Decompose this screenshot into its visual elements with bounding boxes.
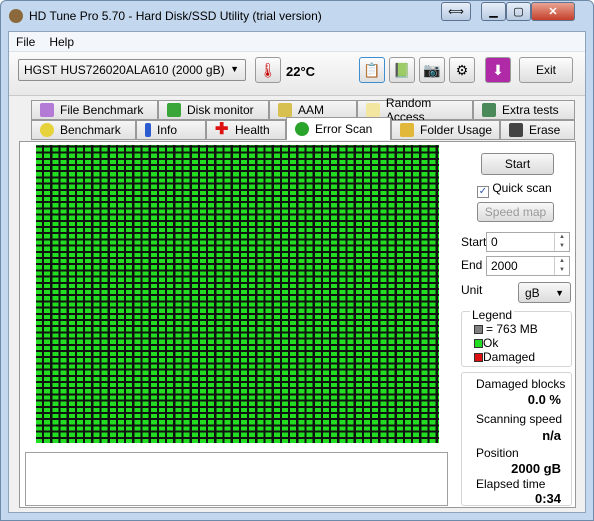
- tab-label: Error Scan: [315, 122, 373, 136]
- chevron-down-icon: ▼: [555, 288, 564, 298]
- close-button[interactable]: ✕: [531, 2, 575, 21]
- tab-label: Disk monitor: [187, 103, 254, 117]
- tab-label: Erase: [529, 123, 561, 137]
- damaged-blocks-value: 0.0 %: [527, 392, 561, 407]
- start-value: 0: [491, 235, 498, 249]
- speed-map-button[interactable]: Speed map: [477, 202, 554, 222]
- drive-select[interactable]: HGST HUS726020ALA610 (2000 gB) ▼: [18, 59, 246, 81]
- start-input[interactable]: 0 ▲ ▼: [486, 232, 570, 252]
- app-icon: [9, 9, 23, 23]
- extra-tests-icon: [482, 103, 496, 117]
- tab-erase[interactable]: Erase: [500, 120, 575, 140]
- damaged-swatch-icon: [474, 353, 483, 362]
- unit-value: gB: [525, 286, 540, 300]
- maximize-button[interactable]: ▢: [506, 2, 531, 21]
- damaged-blocks-label: Damaged blocks: [476, 377, 566, 391]
- window-title: HD Tune Pro 5.70 - Hard Disk/SSD Utility…: [29, 9, 322, 23]
- tab-file-benchmark[interactable]: File Benchmark: [31, 100, 158, 120]
- end-input[interactable]: 2000 ▲ ▼: [486, 256, 570, 276]
- block-swatch-icon: [474, 325, 483, 334]
- copy-text-button[interactable]: 📋: [359, 57, 385, 83]
- elapsed-time-label: Elapsed time: [476, 477, 546, 491]
- menu-file[interactable]: File: [16, 35, 35, 49]
- legend-block-size: = 763 MB: [474, 322, 538, 336]
- screenshot-camera-button[interactable]: 📷: [419, 57, 445, 83]
- info-icon: [145, 123, 151, 137]
- trash-icon: [509, 123, 523, 137]
- save-download-button[interactable]: ⬇: [485, 57, 511, 83]
- quick-scan-label: Quick scan: [492, 181, 552, 195]
- menu-bar: File Help: [9, 32, 585, 52]
- scan-block-map: [36, 145, 439, 443]
- window: HD Tune Pro 5.70 - Hard Disk/SSD Utility…: [0, 0, 594, 521]
- menu-help[interactable]: Help: [49, 35, 74, 49]
- magnifier-icon: [295, 122, 309, 136]
- health-cross-icon: ✚: [215, 121, 229, 138]
- scan-log: [25, 452, 448, 506]
- copy-image-button[interactable]: 📗: [389, 57, 415, 83]
- legend-damaged: Damaged: [474, 350, 535, 364]
- temperature: 22°C: [286, 64, 316, 79]
- lightbulb-icon: [40, 123, 54, 137]
- folder-icon: [400, 123, 414, 137]
- end-label: End: [461, 258, 483, 272]
- end-value: 2000: [491, 259, 518, 273]
- exit-button[interactable]: Exit: [519, 57, 573, 83]
- disk-monitor-icon: [167, 103, 181, 117]
- spinner-arrows-icon[interactable]: ▲ ▼: [554, 233, 569, 251]
- start-label: Start: [461, 235, 487, 249]
- random-access-icon: [366, 103, 380, 117]
- legend-group: Legend = 763 MB Ok Damaged: [461, 308, 572, 367]
- unit-label: Unit: [461, 283, 483, 297]
- elapsed-time-value: 0:34: [534, 491, 561, 506]
- stats-group: Damaged blocks 0.0 % Scanning speed n/a …: [461, 372, 572, 506]
- tab-error-scan[interactable]: Error Scan: [286, 117, 391, 140]
- minimize-button[interactable]: ▁: [481, 2, 506, 21]
- toolbar: HGST HUS726020ALA610 (2000 gB) ▼ 🌡 22°C 📋…: [9, 52, 585, 96]
- quick-scan-checkbox[interactable]: ✓ Quick scan: [477, 181, 552, 198]
- position-label: Position: [476, 446, 519, 460]
- legend-damaged-text: Damaged: [483, 350, 536, 364]
- thermometer-icon: 🌡: [255, 57, 281, 83]
- ok-swatch-icon: [474, 339, 483, 348]
- file-benchmark-icon: [40, 103, 54, 117]
- tab-label: Folder Usage: [420, 123, 493, 137]
- tab-folder-usage[interactable]: Folder Usage: [391, 120, 500, 140]
- legend-block-text: = 763 MB: [486, 322, 538, 336]
- scanning-speed-label: Scanning speed: [476, 412, 563, 426]
- tab-label: Benchmark: [60, 123, 121, 137]
- error-scan-panel: Start ✓ Quick scan Speed map Start 0 ▲ ▼ E…: [19, 141, 576, 508]
- start-button[interactable]: Start: [481, 153, 554, 175]
- speaker-icon: [278, 103, 292, 117]
- tab-label: Health: [235, 123, 270, 137]
- tab-health[interactable]: ✚ Health: [206, 120, 286, 140]
- tab-extra-tests[interactable]: Extra tests: [473, 100, 575, 120]
- tab-label: AAM: [298, 103, 325, 117]
- legend-ok: Ok: [474, 336, 498, 350]
- drive-value: HGST HUS726020ALA610 (2000 gB): [24, 63, 225, 77]
- scanning-speed-value: n/a: [542, 428, 561, 443]
- tab-benchmark[interactable]: Benchmark: [31, 120, 136, 140]
- tab-label: File Benchmark: [60, 103, 144, 117]
- scan-blocks-ok: [36, 145, 439, 443]
- tab-disk-monitor[interactable]: Disk monitor: [158, 100, 269, 120]
- legend-title: Legend: [470, 308, 515, 322]
- position-value: 2000 gB: [511, 461, 561, 476]
- tab-info[interactable]: Info: [136, 120, 206, 140]
- client-area: File Help HGST HUS726020ALA610 (2000 gB)…: [8, 31, 586, 513]
- spinner-arrows-icon[interactable]: ▲ ▼: [554, 257, 569, 275]
- tab-label: Extra tests: [502, 103, 559, 117]
- resize-icon[interactable]: ⟺: [441, 2, 471, 21]
- options-gear-button[interactable]: ⚙: [449, 57, 475, 83]
- unit-select[interactable]: gB ▼: [518, 282, 571, 303]
- legend-ok-text: Ok: [483, 336, 499, 350]
- tab-label: Info: [157, 123, 178, 137]
- checkbox-check-icon: ✓: [477, 186, 489, 198]
- chevron-down-icon: ▼: [230, 64, 239, 74]
